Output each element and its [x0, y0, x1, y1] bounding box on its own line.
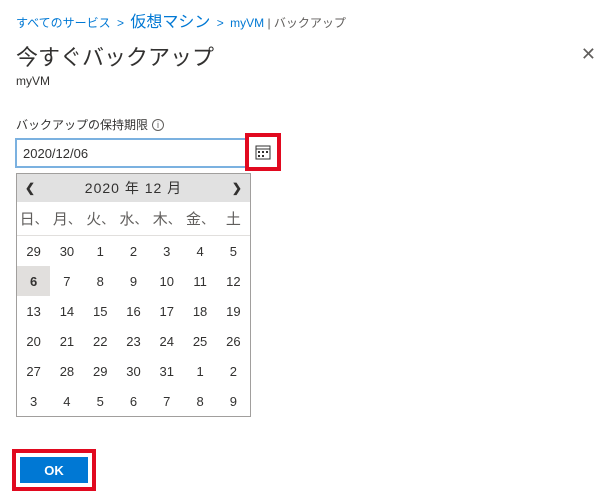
calendar-day[interactable]: 29 [84, 356, 117, 386]
calendar-day[interactable]: 14 [50, 296, 83, 326]
calendar-day[interactable]: 20 [17, 326, 50, 356]
calendar-day[interactable]: 18 [183, 296, 216, 326]
calendar-day[interactable]: 6 [17, 266, 50, 296]
prev-month-button[interactable]: ❮ [25, 181, 35, 195]
calendar-dow-row: 日 月 火 水 木 金 土 [17, 202, 250, 236]
calendar-day[interactable]: 25 [183, 326, 216, 356]
calendar-day[interactable]: 15 [84, 296, 117, 326]
calendar-day[interactable]: 30 [50, 236, 83, 266]
calendar-day[interactable]: 8 [84, 266, 117, 296]
calendar-day[interactable]: 1 [183, 356, 216, 386]
calendar-day[interactable]: 9 [217, 386, 250, 416]
calendar-day[interactable]: 31 [150, 356, 183, 386]
calendar-day[interactable]: 21 [50, 326, 83, 356]
breadcrumb-all-services[interactable]: すべてのサービス [16, 16, 111, 30]
calendar-day[interactable]: 10 [150, 266, 183, 296]
calendar-day[interactable]: 9 [117, 266, 150, 296]
calendar-day[interactable]: 8 [183, 386, 216, 416]
breadcrumb-section: バックアップ [274, 16, 346, 30]
retain-until-label: バックアップの保持期限 i [16, 116, 596, 133]
calendar-day[interactable]: 2 [217, 356, 250, 386]
calendar-day[interactable]: 26 [217, 326, 250, 356]
calendar-day[interactable]: 2 [117, 236, 150, 266]
close-button[interactable]: ✕ [581, 44, 596, 65]
highlight-ok-button: OK [12, 449, 96, 491]
calendar-day[interactable]: 23 [117, 326, 150, 356]
calendar-day[interactable]: 7 [150, 386, 183, 416]
calendar-day[interactable]: 5 [84, 386, 117, 416]
calendar-day[interactable]: 11 [183, 266, 216, 296]
page-title: 今すぐバックアップ [16, 40, 214, 72]
calendar-day[interactable]: 28 [50, 356, 83, 386]
calendar-day[interactable]: 16 [117, 296, 150, 326]
calendar-day[interactable]: 22 [84, 326, 117, 356]
breadcrumb-vm[interactable]: 仮想マシン [130, 14, 210, 31]
calendar-day[interactable]: 7 [50, 266, 83, 296]
date-picker: ❮ 2020 年 12 月 ❯ 日 月 火 水 木 金 土 2930123456… [16, 173, 251, 417]
calendar-day[interactable]: 19 [217, 296, 250, 326]
page-subtitle: myVM [16, 74, 214, 88]
ok-button[interactable]: OK [20, 457, 88, 483]
calendar-day[interactable]: 27 [17, 356, 50, 386]
calendar-day[interactable]: 30 [117, 356, 150, 386]
calendar-day[interactable]: 4 [183, 236, 216, 266]
calendar-day[interactable]: 12 [217, 266, 250, 296]
calendar-grid: 2930123456789101112131415161718192021222… [17, 236, 250, 416]
breadcrumb: すべてのサービス > 仮想マシン > myVM | バックアップ [16, 8, 596, 32]
retain-until-input[interactable] [16, 139, 251, 167]
info-icon[interactable]: i [152, 119, 164, 131]
breadcrumb-resource[interactable]: myVM [230, 16, 264, 30]
highlight-calendar-button [245, 133, 281, 171]
calendar-day[interactable]: 4 [50, 386, 83, 416]
calendar-day[interactable]: 3 [150, 236, 183, 266]
calendar-day[interactable]: 6 [117, 386, 150, 416]
next-month-button[interactable]: ❯ [232, 181, 242, 195]
calendar-day[interactable]: 3 [17, 386, 50, 416]
calendar-day[interactable]: 24 [150, 326, 183, 356]
calendar-day[interactable]: 1 [84, 236, 117, 266]
calendar-day[interactable]: 29 [17, 236, 50, 266]
calendar-day[interactable]: 13 [17, 296, 50, 326]
calendar-day[interactable]: 17 [150, 296, 183, 326]
calendar-icon[interactable] [255, 144, 271, 160]
calendar-title: 2020 年 12 月 [85, 178, 182, 198]
calendar-day[interactable]: 5 [217, 236, 250, 266]
